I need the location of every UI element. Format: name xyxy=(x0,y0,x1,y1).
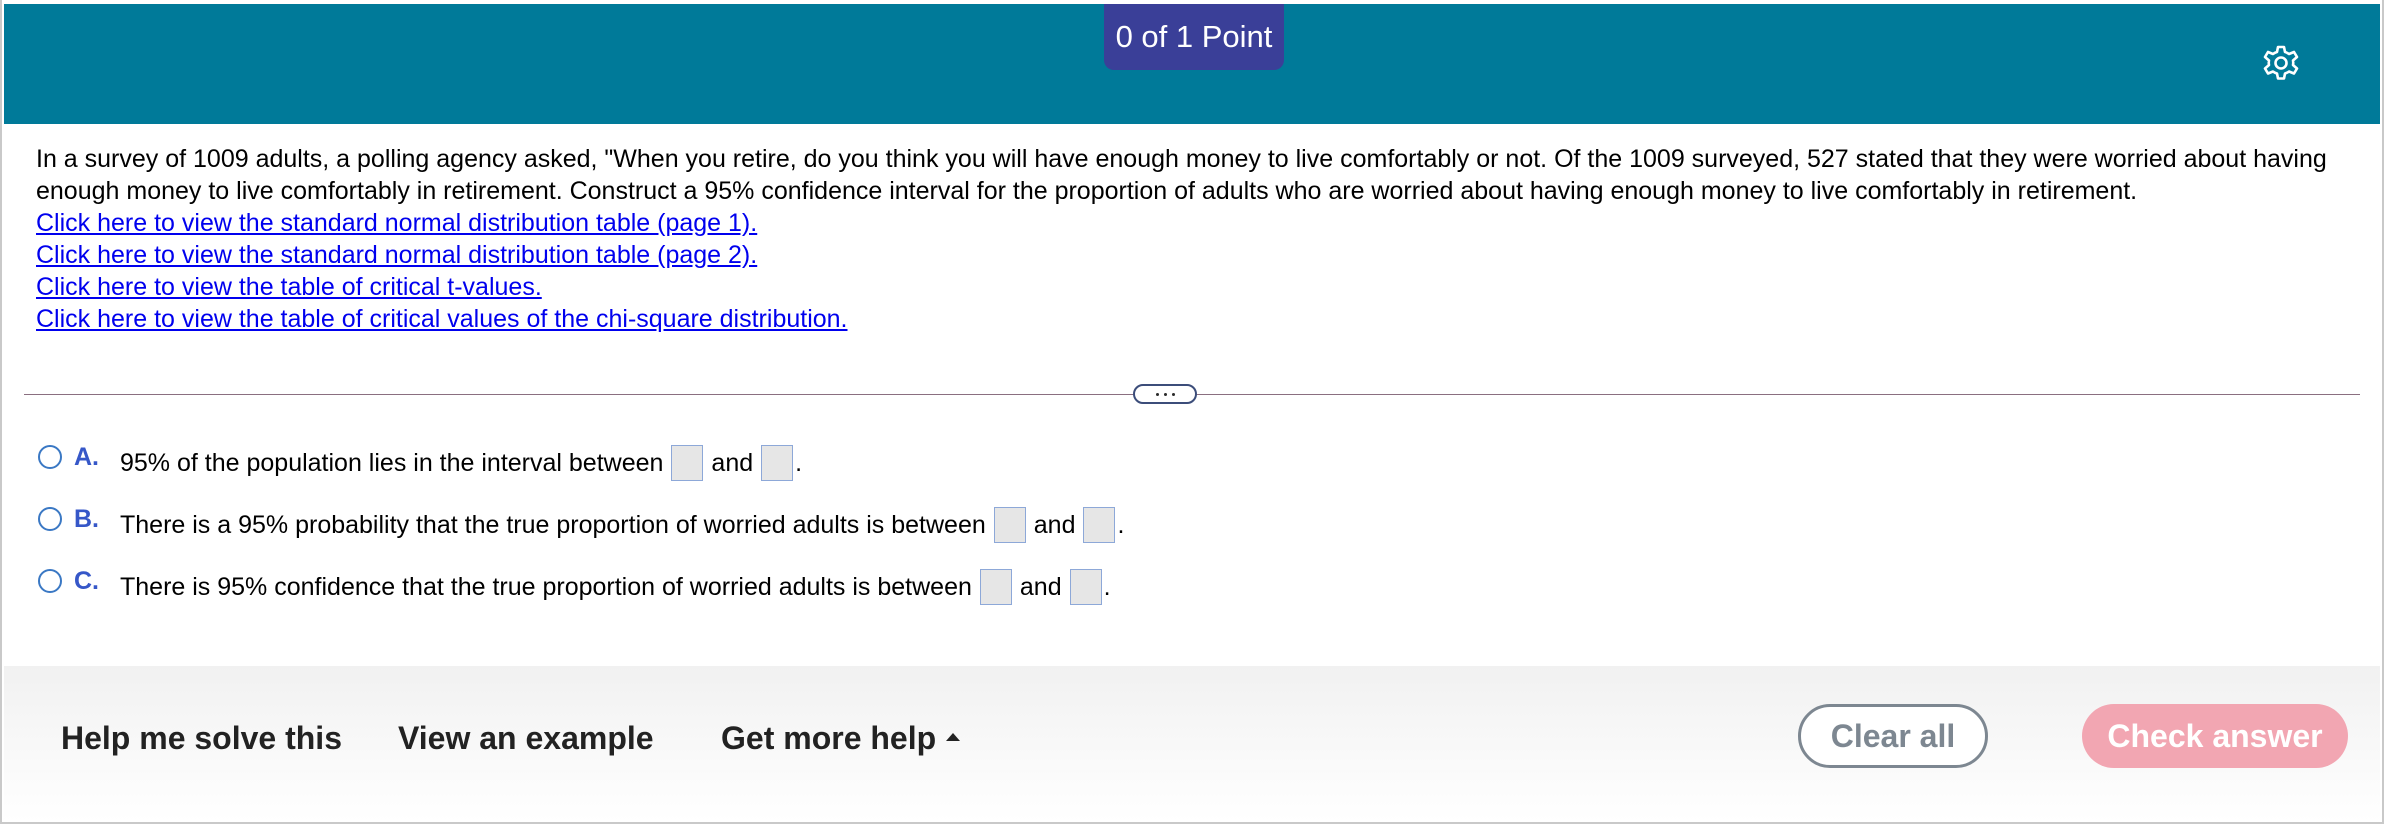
clear-all-button[interactable]: Clear all xyxy=(1798,704,1988,768)
choice-b-lower-input[interactable] xyxy=(993,507,1026,543)
link-chi-square-table[interactable]: Click here to view the table of critical… xyxy=(36,303,2356,335)
choice-a-period: . xyxy=(795,448,803,477)
clear-all-label: Clear all xyxy=(1830,717,1956,754)
choice-a-text: 95% of the population lies in the interv… xyxy=(120,448,664,477)
question-text: In a survey of 1009 adults, a polling ag… xyxy=(36,145,2327,205)
choice-a-upper-input[interactable] xyxy=(761,445,794,481)
choice-a-lower-input[interactable] xyxy=(671,445,704,481)
link-t-table[interactable]: Click here to view the table of critical… xyxy=(36,271,2356,303)
question-panel: In a survey of 1009 adults, a polling ag… xyxy=(36,143,2356,335)
radio-choice-c[interactable] xyxy=(38,569,62,593)
score-badge: 0 of 1 Point xyxy=(1104,4,1284,70)
radio-choice-b[interactable] xyxy=(38,507,62,531)
choice-a[interactable]: A. 95% of the population lies in the int… xyxy=(38,443,802,483)
ellipsis-icon[interactable] xyxy=(1133,384,1197,404)
get-more-help-label: Get more help xyxy=(721,720,937,756)
choice-b-upper-input[interactable] xyxy=(1083,507,1116,543)
choice-a-and: and xyxy=(711,448,754,477)
choice-c-letter: C. xyxy=(74,566,99,595)
radio-choice-a[interactable] xyxy=(38,445,62,469)
check-answer-button[interactable]: Check answer xyxy=(2082,704,2348,768)
link-normal-table-page-1[interactable]: Click here to view the standard normal d… xyxy=(36,207,2356,239)
score-text: 0 of 1 Point xyxy=(1115,19,1273,54)
choice-b-period: . xyxy=(1117,510,1125,539)
choice-c-upper-input[interactable] xyxy=(1069,569,1102,605)
help-me-solve-button[interactable]: Help me solve this xyxy=(61,720,342,757)
footer-bar xyxy=(4,666,2380,822)
choice-b-and: and xyxy=(1033,510,1076,539)
choice-b-letter: B. xyxy=(74,504,99,533)
choice-b-text: There is a 95% probability that the true… xyxy=(120,510,986,539)
choice-c-period: . xyxy=(1103,572,1111,601)
gear-icon[interactable] xyxy=(2262,44,2300,82)
choice-c[interactable]: C. There is 95% confidence that the true… xyxy=(38,567,1111,607)
get-more-help-button[interactable]: Get more help xyxy=(721,720,961,757)
check-answer-label: Check answer xyxy=(2107,717,2323,754)
caret-up-icon xyxy=(946,732,961,741)
choice-c-lower-input[interactable] xyxy=(979,569,1012,605)
view-example-button[interactable]: View an example xyxy=(398,720,654,757)
choice-b[interactable]: B. There is a 95% probability that the t… xyxy=(38,505,1124,545)
choice-a-letter: A. xyxy=(74,442,99,471)
choice-c-and: and xyxy=(1019,572,1062,601)
choice-c-text: There is 95% confidence that the true pr… xyxy=(120,572,972,601)
link-normal-table-page-2[interactable]: Click here to view the standard normal d… xyxy=(36,239,2356,271)
